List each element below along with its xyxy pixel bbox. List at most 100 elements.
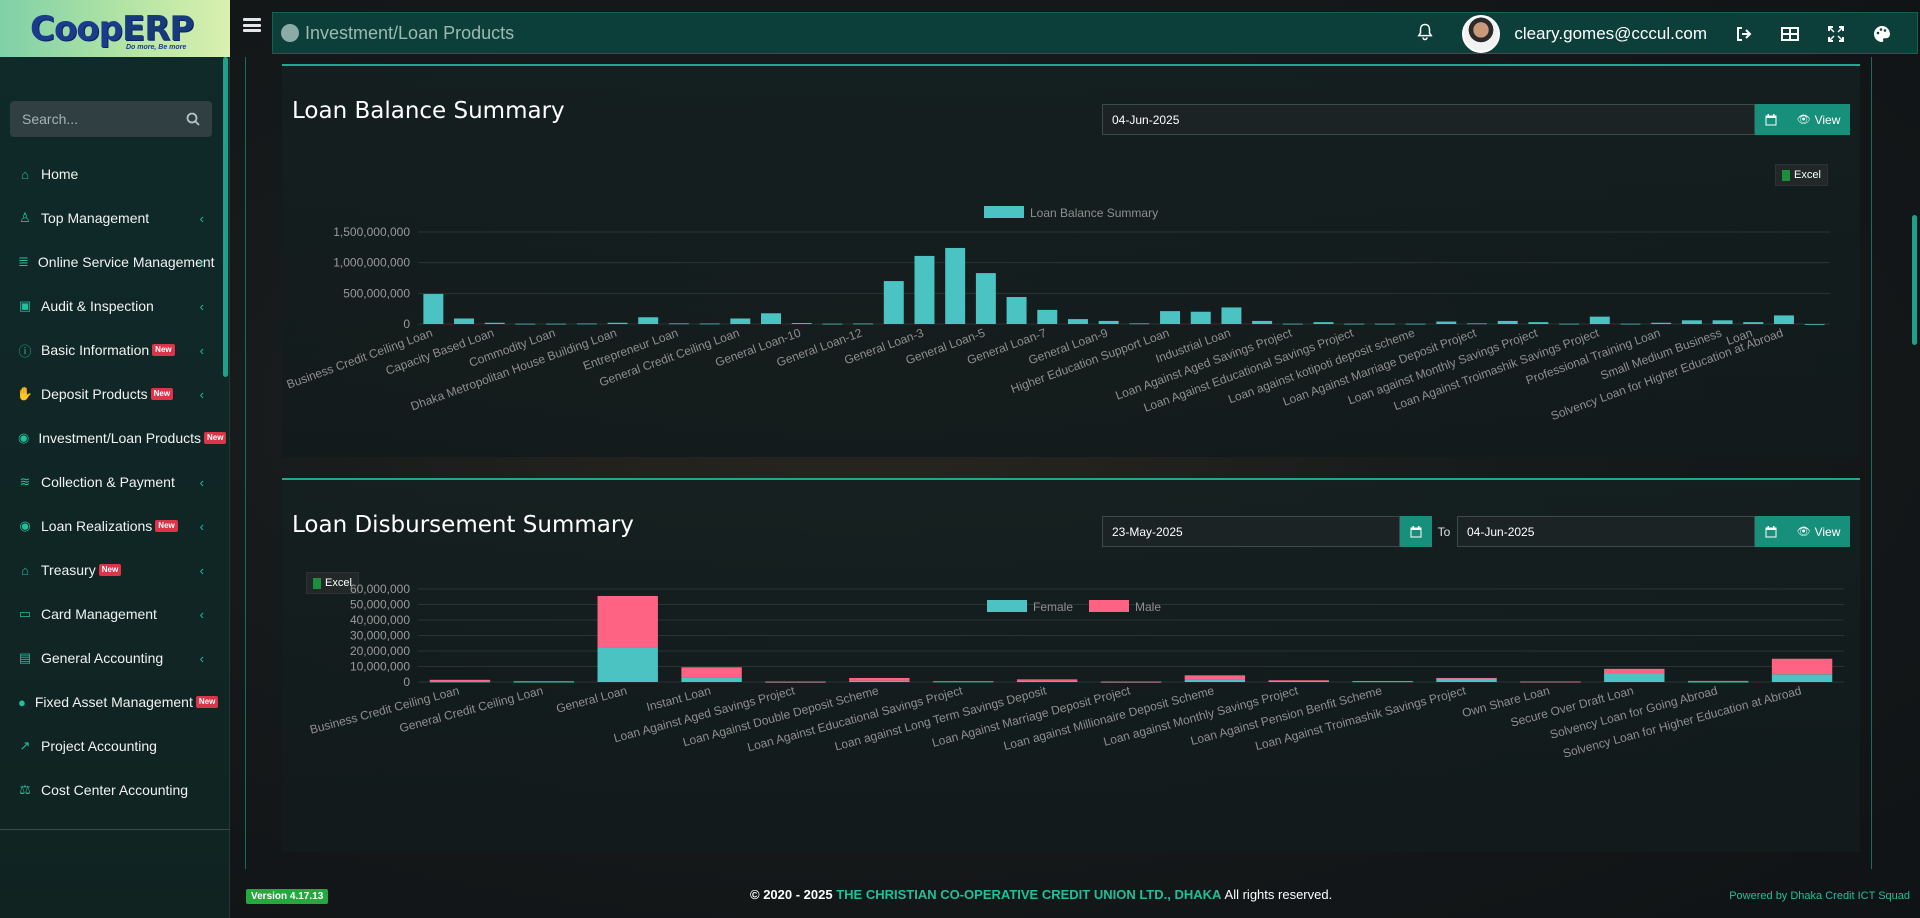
chart-bar[interactable]: [1160, 311, 1181, 324]
chart-bar[interactable]: [1604, 668, 1665, 674]
chart-bar[interactable]: [1268, 680, 1329, 682]
chart-bar[interactable]: [681, 667, 742, 678]
chart-bar[interactable]: [1282, 323, 1303, 325]
chart-bar[interactable]: [515, 323, 536, 325]
chart-bar[interactable]: [761, 313, 781, 324]
chart-bar[interactable]: [1436, 321, 1457, 324]
avatar[interactable]: [1462, 15, 1501, 53]
sidebar-item-home[interactable]: ⌂ Home: [0, 152, 226, 196]
chart-bar[interactable]: [1184, 675, 1246, 680]
chart-bar[interactable]: [1604, 673, 1665, 682]
chart-bar[interactable]: [668, 323, 689, 325]
chart-bar[interactable]: [945, 247, 966, 324]
chart-bar[interactable]: [1221, 307, 1242, 324]
chart-bar[interactable]: [429, 679, 491, 682]
chart-bar[interactable]: [699, 323, 720, 325]
chart-bar[interactable]: [597, 595, 658, 648]
user-email[interactable]: cleary.gomes@cccul.com: [1514, 24, 1707, 44]
search-icon[interactable]: [186, 112, 200, 126]
menu-toggle-button[interactable]: [243, 16, 261, 34]
sidebar-item-basic-information[interactable]: ⓘ Basic Information New ‹: [0, 328, 226, 372]
chart-bar[interactable]: [1712, 320, 1733, 324]
chart-bar[interactable]: [1252, 320, 1273, 324]
sidebar-item-investment-loan-products[interactable]: ◉ Investment/Loan Products New: [0, 416, 227, 460]
chart-bar[interactable]: [454, 318, 475, 324]
chart-bar[interactable]: [1016, 679, 1078, 681]
chart-bar[interactable]: [429, 681, 491, 683]
chart-bar[interactable]: [1313, 322, 1334, 324]
chart-bar[interactable]: [1037, 309, 1058, 324]
powered-by[interactable]: Powered by Dhaka Credit ICT Squad: [1729, 890, 1910, 902]
chart-bar[interactable]: [1743, 322, 1764, 324]
chart-bar[interactable]: [1687, 680, 1749, 682]
chart-bar[interactable]: [883, 281, 904, 324]
chart-bar[interactable]: [933, 681, 994, 683]
chart-bar[interactable]: [791, 323, 812, 324]
chart-bar[interactable]: [1436, 677, 1497, 679]
chart-bar[interactable]: [597, 647, 658, 682]
chart-bar[interactable]: [1067, 319, 1088, 324]
fullscreen-icon[interactable]: [1825, 23, 1847, 45]
chart-bar[interactable]: [849, 677, 910, 681]
palette-icon[interactable]: [1871, 23, 1893, 45]
chart-bar[interactable]: [681, 677, 742, 682]
chart-bar[interactable]: [975, 273, 996, 324]
chart-bar[interactable]: [1129, 323, 1150, 325]
chart-bar[interactable]: [1006, 297, 1027, 324]
chart-bar[interactable]: [1497, 320, 1518, 324]
sidebar-item-loan-realizations[interactable]: ◉ Loan Realizations New ‹: [0, 504, 226, 548]
chart-bar[interactable]: [1773, 315, 1794, 324]
chart-bar[interactable]: [1681, 320, 1702, 324]
bell-icon[interactable]: [1414, 23, 1436, 45]
chart-bar[interactable]: [1467, 323, 1487, 325]
chart-bar[interactable]: [484, 322, 505, 324]
page-scrollbar[interactable]: [1912, 215, 1917, 345]
chart-bar[interactable]: [1016, 680, 1078, 682]
chart-bar[interactable]: [1771, 674, 1833, 682]
sidebar-item-audit-inspection[interactable]: ▣ Audit & Inspection ‹: [0, 284, 226, 328]
logout-icon[interactable]: [1733, 23, 1755, 45]
sidebar-item-online-service-management[interactable]: ≣ Online Service Management ‹: [0, 240, 226, 284]
chart-bar[interactable]: [1651, 322, 1672, 324]
sidebar-item-deposit-products[interactable]: ✋ Deposit Products New ‹: [0, 372, 226, 416]
chart-bar[interactable]: [1352, 681, 1413, 682]
chart-bar[interactable]: [822, 323, 843, 325]
chart-bar[interactable]: [1184, 679, 1246, 682]
chart-bar[interactable]: [849, 680, 910, 682]
sidebar-item-treasury[interactable]: ⌂ Treasury New ‹: [0, 548, 226, 592]
sidebar-item-general-accounting[interactable]: ▤ General Accounting ‹: [0, 636, 226, 680]
chart-bar[interactable]: [607, 322, 628, 324]
chart-bar[interactable]: [1687, 681, 1749, 683]
chart-bar[interactable]: [513, 681, 575, 683]
search-input[interactable]: [22, 111, 172, 127]
chart-bar[interactable]: [1344, 323, 1365, 325]
chart-bar[interactable]: [914, 255, 935, 324]
logo[interactable]: CoopERP Do more, Be more: [0, 0, 230, 57]
chart-bar[interactable]: [1374, 323, 1395, 325]
chart-bar[interactable]: [1771, 658, 1833, 675]
chart-bar[interactable]: [1520, 681, 1581, 683]
sidebar-item-top-management[interactable]: ♙ Top Management ‹: [0, 196, 226, 240]
sidebar-item-card-management[interactable]: ▭ Card Management ‹: [0, 592, 226, 636]
layout-icon[interactable]: [1779, 23, 1801, 45]
chart-bar[interactable]: [730, 318, 751, 324]
sidebar-item-cost-center-accounting[interactable]: ⚖ Cost Center Accounting: [0, 768, 226, 812]
sidebar-item-collection-payment[interactable]: ≋ Collection & Payment ‹: [0, 460, 226, 504]
chart-bar[interactable]: [576, 323, 597, 325]
chart-bar[interactable]: [1589, 316, 1610, 324]
chart-bar[interactable]: [1190, 311, 1211, 324]
chart-bar[interactable]: [1804, 324, 1825, 325]
chart-bar[interactable]: [1620, 323, 1641, 325]
chart-bar[interactable]: [1528, 322, 1549, 324]
chart-bar[interactable]: [1098, 320, 1119, 324]
chart-bar[interactable]: [638, 317, 659, 324]
sidebar-item-fixed-asset-management[interactable]: ● Fixed Asset Management New: [0, 680, 226, 724]
chart-bar[interactable]: [423, 293, 444, 324]
chart-bar[interactable]: [765, 681, 826, 683]
chart-bar[interactable]: [1100, 681, 1162, 683]
sidebar-item-project-accounting[interactable]: ↗ Project Accounting: [0, 724, 226, 768]
chart-bar[interactable]: [1559, 323, 1580, 325]
chart-bar[interactable]: [546, 323, 567, 325]
chart-bar[interactable]: [853, 323, 874, 325]
chart-bar[interactable]: [1405, 323, 1426, 325]
